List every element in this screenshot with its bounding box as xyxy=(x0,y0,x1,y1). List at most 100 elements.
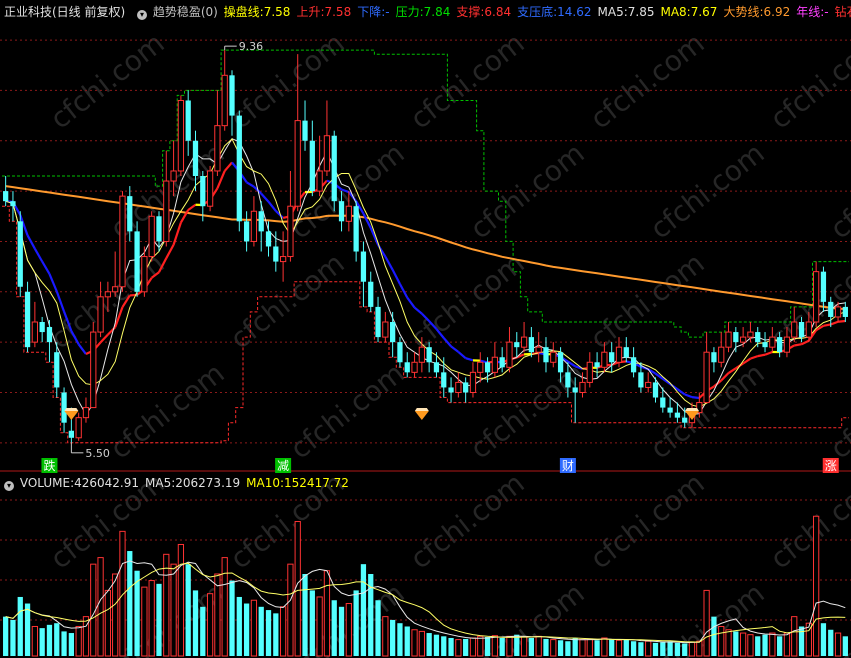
candle xyxy=(455,372,462,398)
operating-line-segment xyxy=(794,343,802,347)
candle xyxy=(404,352,410,378)
volume-bar xyxy=(163,553,170,657)
candle xyxy=(397,337,403,368)
candle xyxy=(390,311,396,358)
candle-body xyxy=(491,356,498,373)
candle-body xyxy=(739,336,747,343)
candle-body xyxy=(353,206,359,252)
volume-bar xyxy=(777,636,783,656)
candle-body xyxy=(674,412,681,418)
indicator-value-item: 操盘线:7.58 xyxy=(223,5,291,19)
price-legend: 正业科技(日线 前复权) ▾ 趋势稳盈(0) 操盘线:7.58 上升:7.58 下降… xyxy=(4,4,851,20)
candle-body xyxy=(783,336,791,353)
candle-body xyxy=(777,337,783,353)
candle-body xyxy=(441,372,447,388)
volume-value-item: MA5:206273.19 xyxy=(145,476,241,490)
candle-body xyxy=(615,346,623,363)
volume-bar xyxy=(550,639,557,657)
candle-body xyxy=(798,322,805,338)
candle-body xyxy=(148,215,155,258)
candle xyxy=(360,241,367,307)
volume-settings-icon[interactable]: ▾ xyxy=(4,481,14,491)
volume-bar xyxy=(667,641,673,656)
candle xyxy=(316,135,323,197)
volume-bar xyxy=(630,641,637,656)
candle xyxy=(667,397,673,418)
candle xyxy=(265,221,272,257)
candle-body xyxy=(141,256,148,293)
watermark-text: cfchi.com xyxy=(284,356,411,465)
diamond-shape xyxy=(414,408,429,411)
signal-marker-text: 跌 xyxy=(43,458,55,473)
operating-line-segment xyxy=(830,320,839,326)
indicator-value-item: 支压底:14.62 xyxy=(517,5,592,19)
operating-line-segment xyxy=(691,396,700,400)
candle-body xyxy=(127,196,133,232)
candle-body xyxy=(390,322,396,343)
volume-bar xyxy=(791,616,798,657)
candle xyxy=(302,100,308,151)
volume-bar xyxy=(309,590,315,656)
candle-body xyxy=(601,351,608,368)
volume-bar xyxy=(572,637,578,656)
operating-line-segment xyxy=(33,248,44,263)
candle xyxy=(550,342,557,368)
candle-body xyxy=(448,387,454,393)
watermark-text: cfchi.com xyxy=(764,26,851,135)
candle xyxy=(163,150,170,247)
volume-bar xyxy=(535,635,542,657)
volume-bar xyxy=(688,641,696,657)
indicator-value-item: 大势线:6.92 xyxy=(723,5,791,19)
watermark-text: cfchi.com xyxy=(824,356,851,465)
volume-value-item: VOLUME:426042.91 xyxy=(19,476,140,490)
volume-bar xyxy=(229,580,235,656)
candle-body xyxy=(200,176,206,207)
volume-bar xyxy=(156,583,162,656)
candle-body xyxy=(236,115,242,222)
candle-body xyxy=(418,346,425,363)
indicator-value-item: 下降:- xyxy=(357,5,390,19)
candle-body xyxy=(185,100,191,141)
volume-bar xyxy=(762,634,768,656)
operating-line-segment xyxy=(750,355,759,360)
candle xyxy=(17,211,23,297)
volume-bar xyxy=(397,623,403,656)
indicator-name[interactable]: 趋势稳盈(0) xyxy=(153,5,218,19)
candle-body xyxy=(477,361,484,373)
volume-bar xyxy=(828,629,834,656)
candle xyxy=(323,100,331,176)
volume-bar xyxy=(783,632,791,657)
candle xyxy=(229,70,235,136)
volume-bar xyxy=(506,635,513,657)
candle-body xyxy=(682,417,688,423)
indicator-settings-icon[interactable]: ▾ xyxy=(137,10,148,20)
volume-bar xyxy=(638,642,644,656)
volume-bar xyxy=(477,635,484,657)
volume-bar xyxy=(112,573,119,657)
candle-body xyxy=(609,352,615,363)
candle-body xyxy=(323,135,331,172)
candle xyxy=(499,347,505,373)
candle xyxy=(762,332,768,353)
candle-body xyxy=(834,306,842,318)
volume-bar xyxy=(46,624,53,656)
volume-bar xyxy=(755,636,761,656)
volume-bar xyxy=(601,637,608,657)
candle-body xyxy=(550,351,557,363)
candle xyxy=(725,322,732,353)
candle-body xyxy=(214,125,221,172)
indicator-value-item: MA5:7.85 xyxy=(597,5,655,19)
volume-bar xyxy=(769,632,776,657)
volume-bar xyxy=(842,636,848,656)
diamond-shape xyxy=(64,408,79,411)
candle-body xyxy=(302,120,308,141)
candle xyxy=(258,201,264,252)
candle xyxy=(90,322,97,409)
volume-bar xyxy=(192,590,199,656)
indicator-value-item: 上升:7.58 xyxy=(296,5,352,19)
signal-marker-text: 涨 xyxy=(825,458,837,473)
operating-line-segment xyxy=(41,260,51,275)
candle-body xyxy=(543,347,549,363)
candle-body xyxy=(630,357,637,373)
candle-body xyxy=(828,301,834,317)
